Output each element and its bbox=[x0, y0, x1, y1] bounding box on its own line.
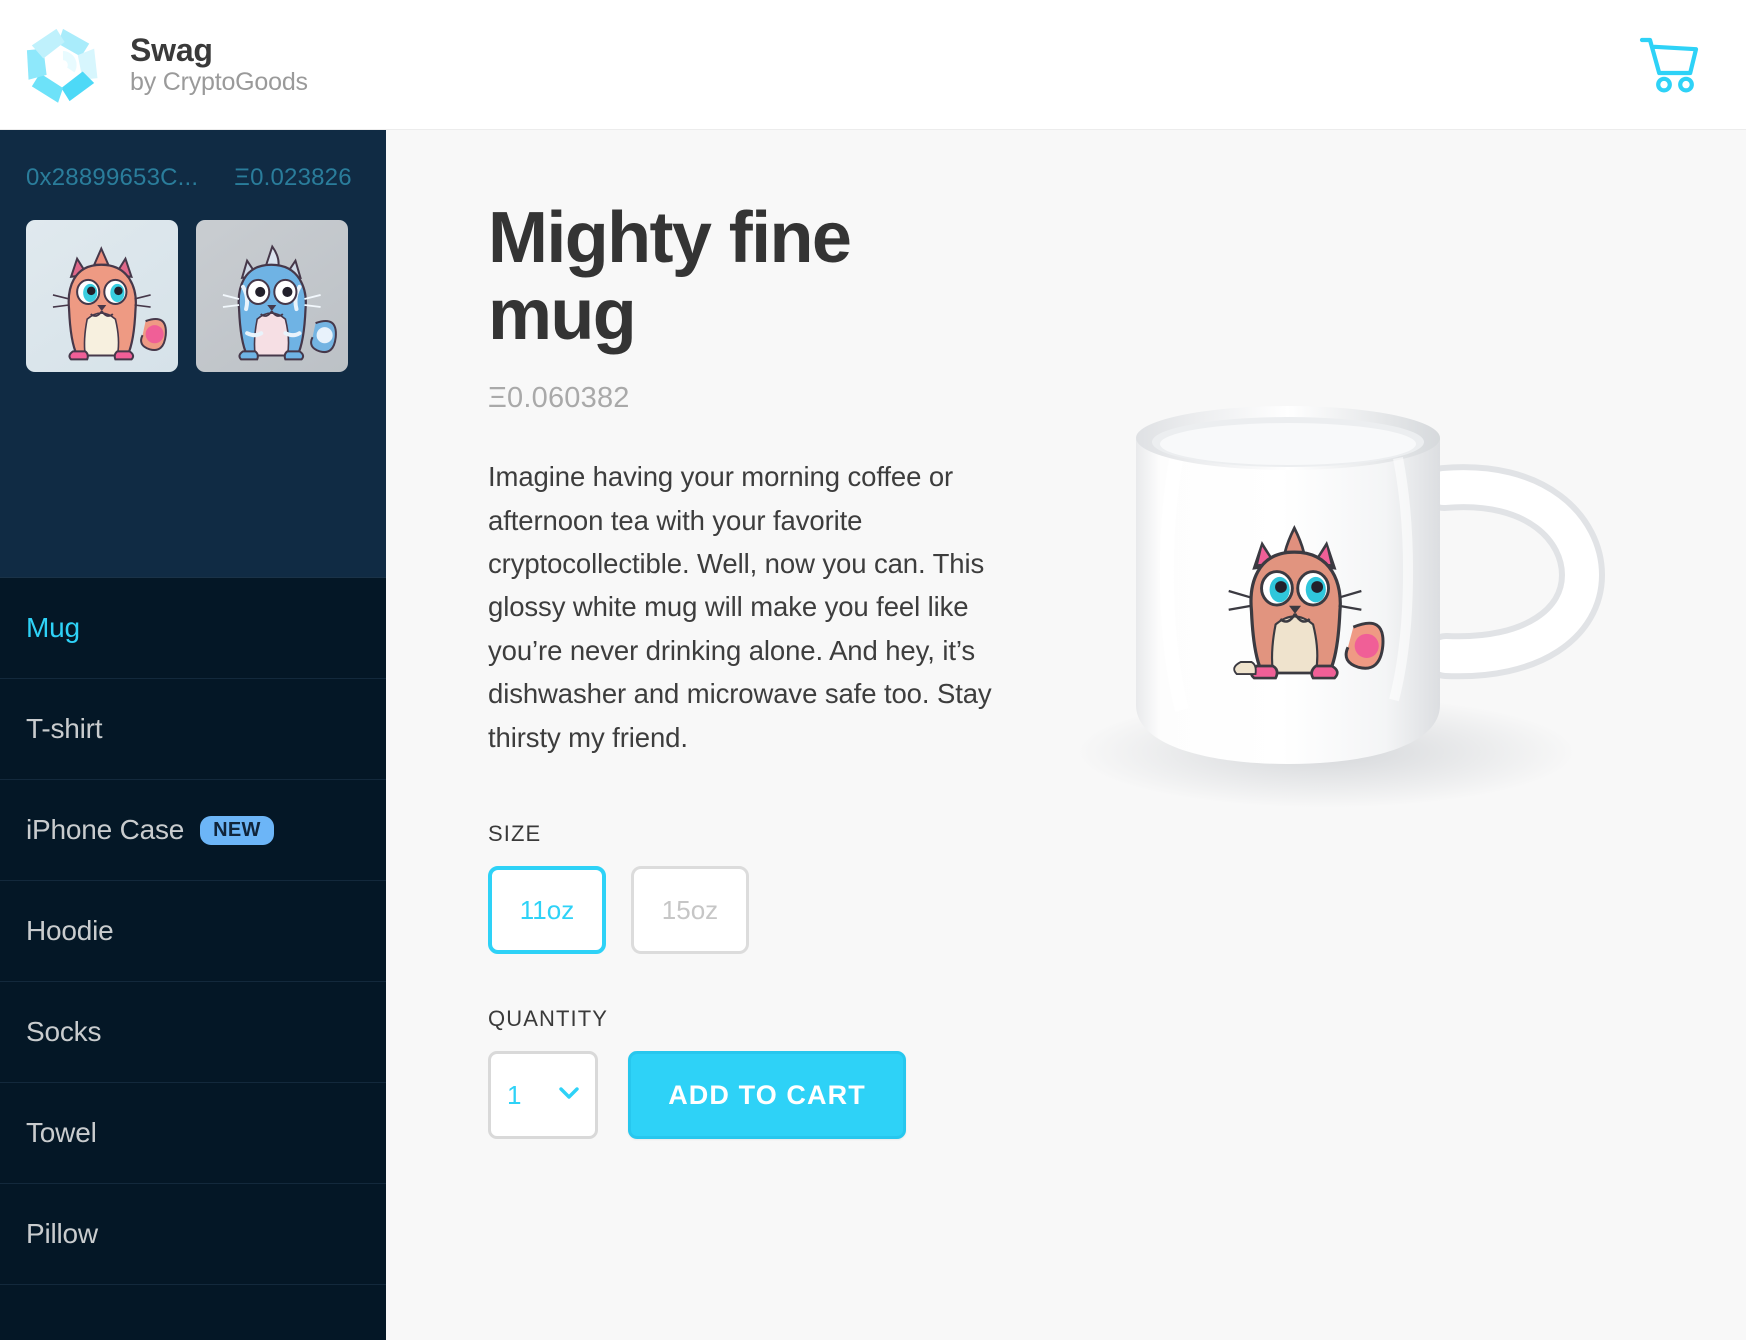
quantity-row: 1 ADD TO CART bbox=[488, 1051, 1048, 1140]
size-label: SIZE bbox=[488, 821, 542, 847]
sidebar-item-label: Socks bbox=[26, 1016, 102, 1047]
product-description: Imagine having your morning coffee or af… bbox=[488, 461, 992, 753]
salmon-kitty-thumbnail[interactable] bbox=[26, 220, 178, 372]
brand-subtitle: by CryptoGoods bbox=[130, 68, 308, 97]
new-badge: NEW bbox=[200, 815, 274, 845]
brand-logo-group[interactable]: Swag by CryptoGoods bbox=[0, 24, 308, 106]
sidebar-nav: Mug T-shirt iPhone Case NEW Hoodie Socks… bbox=[0, 577, 386, 1285]
add-to-cart-button[interactable]: ADD TO CART bbox=[628, 1051, 906, 1140]
product-price: Ξ0.060382 bbox=[488, 382, 630, 415]
sidebar-item-label: Pillow bbox=[26, 1218, 98, 1249]
shopping-cart-icon[interactable] bbox=[1638, 36, 1702, 94]
brand-text-group: Swag by CryptoGoods bbox=[130, 31, 308, 97]
sidebar: 0x28899653C... Ξ0.023826 Mug T-shirt iPh… bbox=[0, 130, 386, 1340]
sidebar-item-label: Mug bbox=[26, 612, 80, 643]
size-option-11oz[interactable]: 11oz bbox=[488, 866, 606, 955]
main-content: Mighty fine mug Ξ0.060382 Imagine having… bbox=[386, 130, 1746, 1340]
sidebar-item-label: Towel bbox=[26, 1117, 97, 1148]
sidebar-item-label: iPhone Case bbox=[26, 814, 185, 845]
chevron-down-icon bbox=[559, 1086, 579, 1104]
wallet-info-row: 0x28899653C... Ξ0.023826 bbox=[26, 164, 360, 192]
size-selector-block: SIZE 11oz 15oz bbox=[488, 821, 1048, 955]
wallet-panel: 0x28899653C... Ξ0.023826 bbox=[0, 130, 386, 577]
size-option-label: 11oz bbox=[519, 894, 575, 925]
kitty-thumbnail-list bbox=[26, 220, 360, 372]
quantity-select[interactable]: 1 bbox=[488, 1051, 598, 1140]
sidebar-item-mug[interactable]: Mug bbox=[0, 578, 386, 679]
brand-name: Swag bbox=[130, 31, 213, 68]
add-to-cart-label: ADD TO CART bbox=[668, 1079, 866, 1110]
blue-kitty-thumbnail[interactable] bbox=[196, 220, 348, 372]
size-options: 11oz 15oz bbox=[488, 866, 1048, 955]
product-detail-panel: Mighty fine mug Ξ0.060382 Imagine having… bbox=[488, 198, 1048, 1140]
sidebar-item-hoodie[interactable]: Hoodie bbox=[0, 881, 386, 982]
product-title: Mighty fine mug bbox=[488, 198, 852, 356]
quantity-block: QUANTITY 1 ADD TO CART bbox=[488, 1006, 1048, 1140]
product-image bbox=[1026, 360, 1726, 880]
sidebar-item-pillow[interactable]: Pillow bbox=[0, 1184, 386, 1285]
sidebar-item-label: Hoodie bbox=[26, 915, 114, 946]
pinwheel-logo-icon bbox=[22, 24, 104, 106]
sidebar-item-t-shirt[interactable]: T-shirt bbox=[0, 679, 386, 780]
wallet-balance: Ξ0.023826 bbox=[234, 164, 352, 191]
quantity-label: QUANTITY bbox=[488, 1006, 609, 1032]
sidebar-item-towel[interactable]: Towel bbox=[0, 1083, 386, 1184]
top-header-bar: Swag by CryptoGoods bbox=[0, 0, 1746, 130]
size-option-label: 15oz bbox=[661, 894, 719, 925]
wallet-address[interactable]: 0x28899653C... bbox=[26, 164, 198, 192]
sidebar-item-iphone-case[interactable]: iPhone Case NEW bbox=[0, 780, 386, 881]
sidebar-item-label: T-shirt bbox=[26, 713, 103, 744]
sidebar-item-socks[interactable]: Socks bbox=[0, 982, 386, 1083]
quantity-value: 1 bbox=[507, 1079, 522, 1110]
size-option-15oz[interactable]: 15oz bbox=[631, 866, 749, 955]
page-root: Swag by CryptoGoods 0x28899653C... Ξ0.02… bbox=[0, 0, 1746, 1340]
